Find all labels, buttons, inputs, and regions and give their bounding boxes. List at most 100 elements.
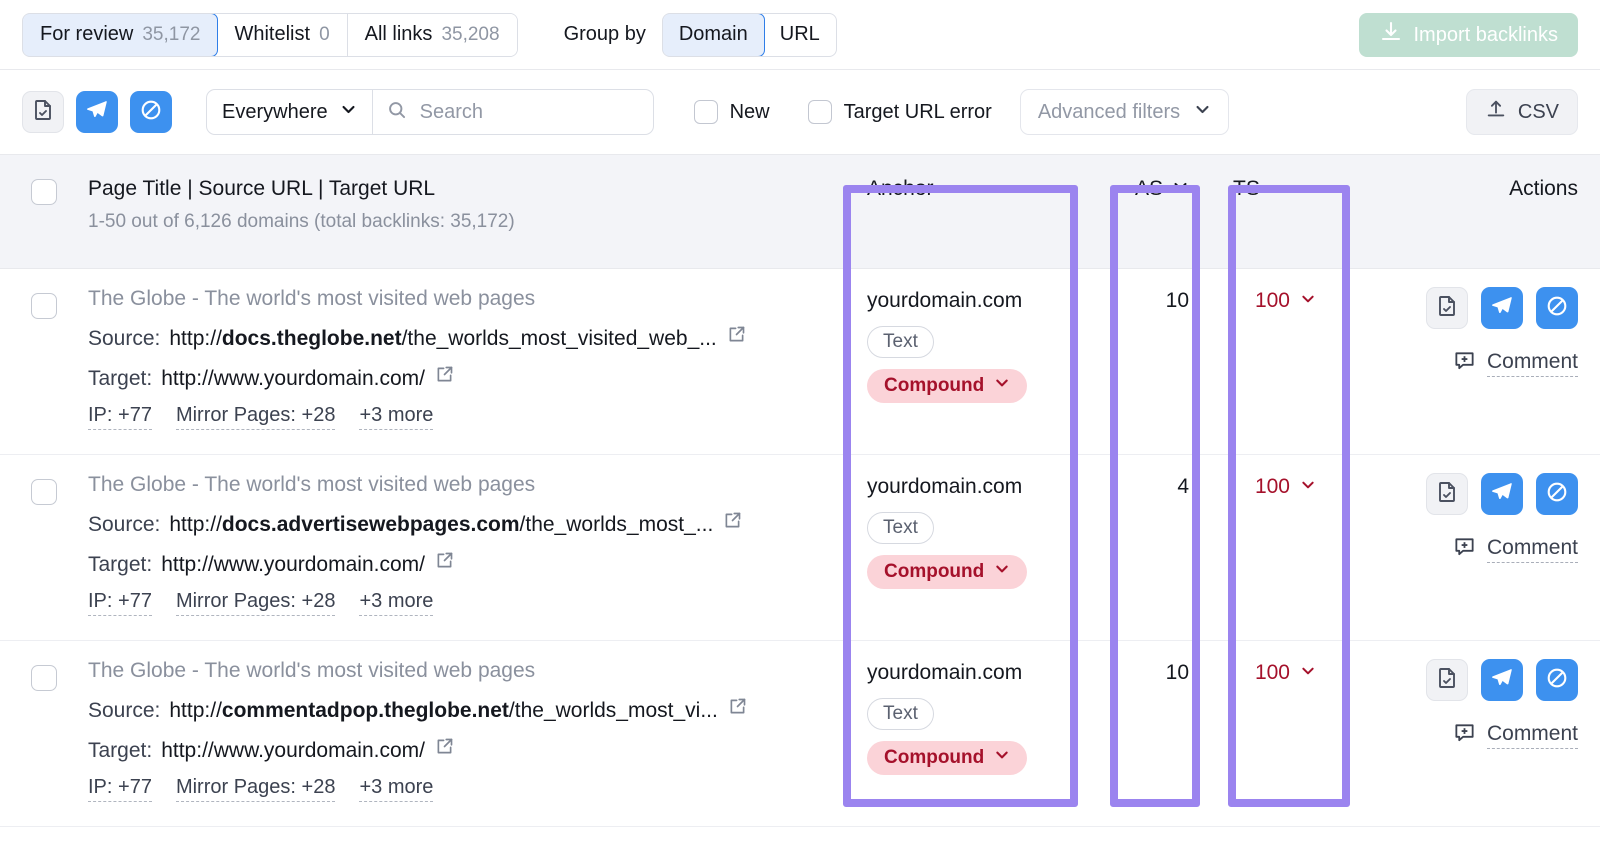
header-result-summary: 1-50 out of 6,126 domains (total backlin… xyxy=(88,211,843,233)
row-meta-links: IP: +77 Mirror Pages: +28 +3 more xyxy=(88,590,843,616)
tab-for-review[interactable]: For review 35,172 xyxy=(22,13,218,57)
tab-whitelist[interactable]: Whitelist 0 xyxy=(217,14,347,56)
row-meta-ip[interactable]: IP: +77 xyxy=(88,776,152,802)
row-mark-reviewed-button[interactable] xyxy=(1426,659,1468,701)
header-anchor-cell: Anchor xyxy=(843,155,1086,268)
row-send-button[interactable] xyxy=(1481,287,1523,329)
tab-all-links-count: 35,208 xyxy=(441,24,499,46)
filter-target-url-error[interactable]: Target URL error xyxy=(808,100,992,124)
import-backlinks-button[interactable]: Import backlinks xyxy=(1359,13,1579,57)
document-check-icon xyxy=(1435,666,1459,695)
row-disavow-button[interactable] xyxy=(1536,287,1578,329)
row-send-button[interactable] xyxy=(1481,473,1523,515)
row-anchor-tag-pill[interactable]: Compound xyxy=(867,369,1027,403)
row-ts-value-control[interactable]: 100 xyxy=(1255,289,1316,313)
row-meta-mirror-pages[interactable]: Mirror Pages: +28 xyxy=(176,776,336,802)
row-anchor-tag-pill[interactable]: Compound xyxy=(867,741,1027,775)
external-link-icon[interactable] xyxy=(722,510,743,537)
group-by-toggle[interactable]: Domain URL xyxy=(662,13,837,57)
row-target-label: Target: xyxy=(88,367,152,391)
chevron-down-icon xyxy=(1300,289,1316,313)
row-ts-value-control[interactable]: 100 xyxy=(1255,661,1316,685)
header-actions-cell: Actions xyxy=(1346,155,1600,268)
row-comment-label: Comment xyxy=(1487,722,1578,749)
header-as-label: AS xyxy=(1135,177,1163,201)
row-source-proto: http:// xyxy=(169,699,222,722)
search-input[interactable] xyxy=(418,100,639,125)
row-action-buttons xyxy=(1346,473,1578,515)
review-status-segmented-control[interactable]: For review 35,172 Whitelist 0 All links … xyxy=(22,13,518,57)
row-meta-mirror-pages[interactable]: Mirror Pages: +28 xyxy=(176,590,336,616)
chevron-down-icon xyxy=(1194,101,1211,124)
block-icon xyxy=(1545,666,1569,695)
mark-reviewed-button[interactable] xyxy=(22,91,64,133)
row-meta-more[interactable]: +3 more xyxy=(359,590,433,616)
row-target-url[interactable]: http://www.yourdomain.com/ xyxy=(161,553,425,577)
row-source-url[interactable]: http://docs.advertisewebpages.com/the_wo… xyxy=(169,513,713,537)
row-source-url[interactable]: http://docs.theglobe.net/the_worlds_most… xyxy=(169,327,716,351)
table-row: The Globe - The world's most visited web… xyxy=(0,269,1600,455)
row-ts-value: 100 xyxy=(1255,289,1290,313)
row-checkbox[interactable] xyxy=(31,665,57,691)
external-link-icon[interactable] xyxy=(434,364,455,391)
external-link-icon[interactable] xyxy=(434,736,455,763)
row-mark-reviewed-button[interactable] xyxy=(1426,473,1468,515)
download-icon xyxy=(1379,20,1403,50)
row-anchor-cell: yourdomain.com Text Compound xyxy=(843,269,1086,454)
header-ts-cell: TS xyxy=(1211,155,1346,268)
row-meta-more[interactable]: +3 more xyxy=(359,776,433,802)
group-by-url[interactable]: URL xyxy=(764,14,836,56)
row-checkbox[interactable] xyxy=(31,479,57,505)
row-select-cell xyxy=(0,455,88,640)
external-link-icon[interactable] xyxy=(727,696,748,723)
send-icon xyxy=(1490,294,1514,323)
advanced-filters-dropdown[interactable]: Advanced filters xyxy=(1020,89,1229,135)
filter-new-checkbox[interactable] xyxy=(694,100,718,124)
filter-target-url-error-label: Target URL error xyxy=(844,101,992,124)
row-meta-ip[interactable]: IP: +77 xyxy=(88,404,152,430)
row-meta-ip[interactable]: IP: +77 xyxy=(88,590,152,616)
header-as-cell[interactable]: AS xyxy=(1086,155,1211,268)
row-meta-mirror-pages[interactable]: Mirror Pages: +28 xyxy=(176,404,336,430)
external-link-icon[interactable] xyxy=(434,550,455,577)
select-all-checkbox[interactable] xyxy=(31,179,57,205)
row-anchor-cell: yourdomain.com Text Compound xyxy=(843,641,1086,826)
row-anchor-tag-pill[interactable]: Compound xyxy=(867,555,1027,589)
row-checkbox[interactable] xyxy=(31,293,57,319)
row-disavow-button[interactable] xyxy=(1536,659,1578,701)
add-comment-icon xyxy=(1453,349,1476,377)
row-target-url[interactable]: http://www.yourdomain.com/ xyxy=(161,367,425,391)
row-comment-action[interactable]: Comment xyxy=(1346,349,1578,377)
row-page-title: The Globe - The world's most visited web… xyxy=(88,287,843,311)
row-anchor-type-pill: Text xyxy=(867,512,934,544)
row-target-url[interactable]: http://www.yourdomain.com/ xyxy=(161,739,425,763)
row-actions-cell: Comment xyxy=(1346,641,1600,826)
chevron-down-icon xyxy=(994,375,1010,397)
row-meta-links: IP: +77 Mirror Pages: +28 +3 more xyxy=(88,404,843,430)
row-target-label: Target: xyxy=(88,553,152,577)
row-source-label: Source: xyxy=(88,327,160,351)
row-disavow-button[interactable] xyxy=(1536,473,1578,515)
row-comment-action[interactable]: Comment xyxy=(1346,721,1578,749)
row-ts-value-control[interactable]: 100 xyxy=(1255,475,1316,499)
row-comment-label: Comment xyxy=(1487,536,1578,563)
export-csv-button[interactable]: CSV xyxy=(1466,89,1578,135)
row-source-line: Source: http://commentadpop.theglobe.net… xyxy=(88,696,843,723)
row-meta-more[interactable]: +3 more xyxy=(359,404,433,430)
group-by-domain[interactable]: Domain xyxy=(662,13,765,57)
row-send-button[interactable] xyxy=(1481,659,1523,701)
scope-select[interactable]: Everywhere xyxy=(207,90,373,134)
row-comment-action[interactable]: Comment xyxy=(1346,535,1578,563)
send-button[interactable] xyxy=(76,91,118,133)
tab-all-links[interactable]: All links 35,208 xyxy=(348,14,517,56)
external-link-icon[interactable] xyxy=(726,324,747,351)
header-as-sort[interactable]: AS xyxy=(1135,177,1189,201)
document-check-icon xyxy=(31,98,55,127)
filter-target-url-error-checkbox[interactable] xyxy=(808,100,832,124)
row-mark-reviewed-button[interactable] xyxy=(1426,287,1468,329)
filter-new[interactable]: New xyxy=(694,100,770,124)
row-source-url[interactable]: http://commentadpop.theglobe.net/the_wor… xyxy=(169,699,717,723)
row-source-domain: docs.theglobe.net xyxy=(222,327,402,350)
disavow-button[interactable] xyxy=(130,91,172,133)
row-target-line: Target: http://www.yourdomain.com/ xyxy=(88,736,843,763)
